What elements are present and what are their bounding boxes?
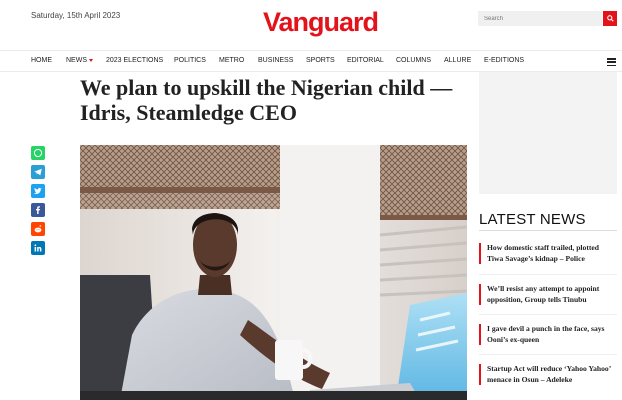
latest-news-item[interactable]: Startup Act will reduce ‘Yahoo Yahoo’ me…	[479, 364, 617, 385]
divider	[479, 230, 617, 231]
main-nav: HOME NEWS 2023 ELECTIONS POLITICS METRO …	[0, 50, 622, 72]
nav-sports[interactable]: SPORTS	[306, 57, 335, 64]
search-box	[478, 11, 617, 26]
site-logo[interactable]: Vanguard	[263, 7, 379, 37]
divider	[479, 314, 617, 315]
nav-news-label: NEWS	[66, 57, 87, 64]
nav-editorial[interactable]: EDITORIAL	[347, 57, 384, 64]
nav-e-editions[interactable]: E-EDITIONS	[484, 57, 524, 64]
article-image[interactable]	[80, 145, 467, 400]
latest-news-item[interactable]: I gave devil a punch in the face, says O…	[479, 324, 617, 345]
search-input[interactable]	[478, 11, 602, 26]
nav-business[interactable]: BUSINESS	[258, 57, 293, 64]
nav-2023-elections[interactable]: 2023 ELECTIONS	[106, 57, 163, 64]
ad-placeholder	[479, 72, 617, 194]
top-header: Saturday, 15th April 2023 Vanguard	[0, 0, 622, 50]
latest-news-item[interactable]: We’ll resist any attempt to appoint oppo…	[479, 284, 617, 305]
share-whatsapp-button[interactable]	[31, 146, 45, 160]
divider	[479, 354, 617, 355]
whatsapp-icon	[33, 148, 43, 158]
share-reddit-button[interactable]	[31, 222, 45, 236]
share-twitter-button[interactable]	[31, 184, 45, 198]
article-photo	[80, 145, 467, 400]
hamburger-menu-icon[interactable]	[607, 58, 616, 67]
latest-news-item[interactable]: How domestic staff trailed, plotted Tiwa…	[479, 243, 617, 264]
divider	[479, 274, 617, 275]
current-date: Saturday, 15th April 2023	[31, 11, 121, 20]
telegram-icon	[34, 168, 42, 176]
latest-news-heading: LATEST NEWS	[479, 211, 586, 228]
linkedin-icon	[34, 244, 42, 252]
chevron-down-icon	[89, 58, 93, 62]
nav-news[interactable]: NEWS	[66, 57, 93, 64]
nav-home[interactable]: HOME	[31, 57, 52, 64]
facebook-icon	[36, 206, 40, 214]
article-headline: We plan to upskill the Nigerian child — …	[80, 75, 453, 125]
search-button[interactable]	[603, 11, 617, 26]
share-telegram-button[interactable]	[31, 165, 45, 179]
share-facebook-button[interactable]	[31, 203, 45, 217]
nav-columns[interactable]: COLUMNS	[396, 57, 431, 64]
share-linkedin-button[interactable]	[31, 241, 45, 255]
search-icon	[606, 15, 614, 22]
twitter-icon	[34, 187, 42, 195]
nav-metro[interactable]: METRO	[219, 57, 244, 64]
nav-politics[interactable]: POLITICS	[174, 57, 206, 64]
reddit-icon	[34, 225, 42, 233]
nav-allure[interactable]: ALLURE	[444, 57, 471, 64]
